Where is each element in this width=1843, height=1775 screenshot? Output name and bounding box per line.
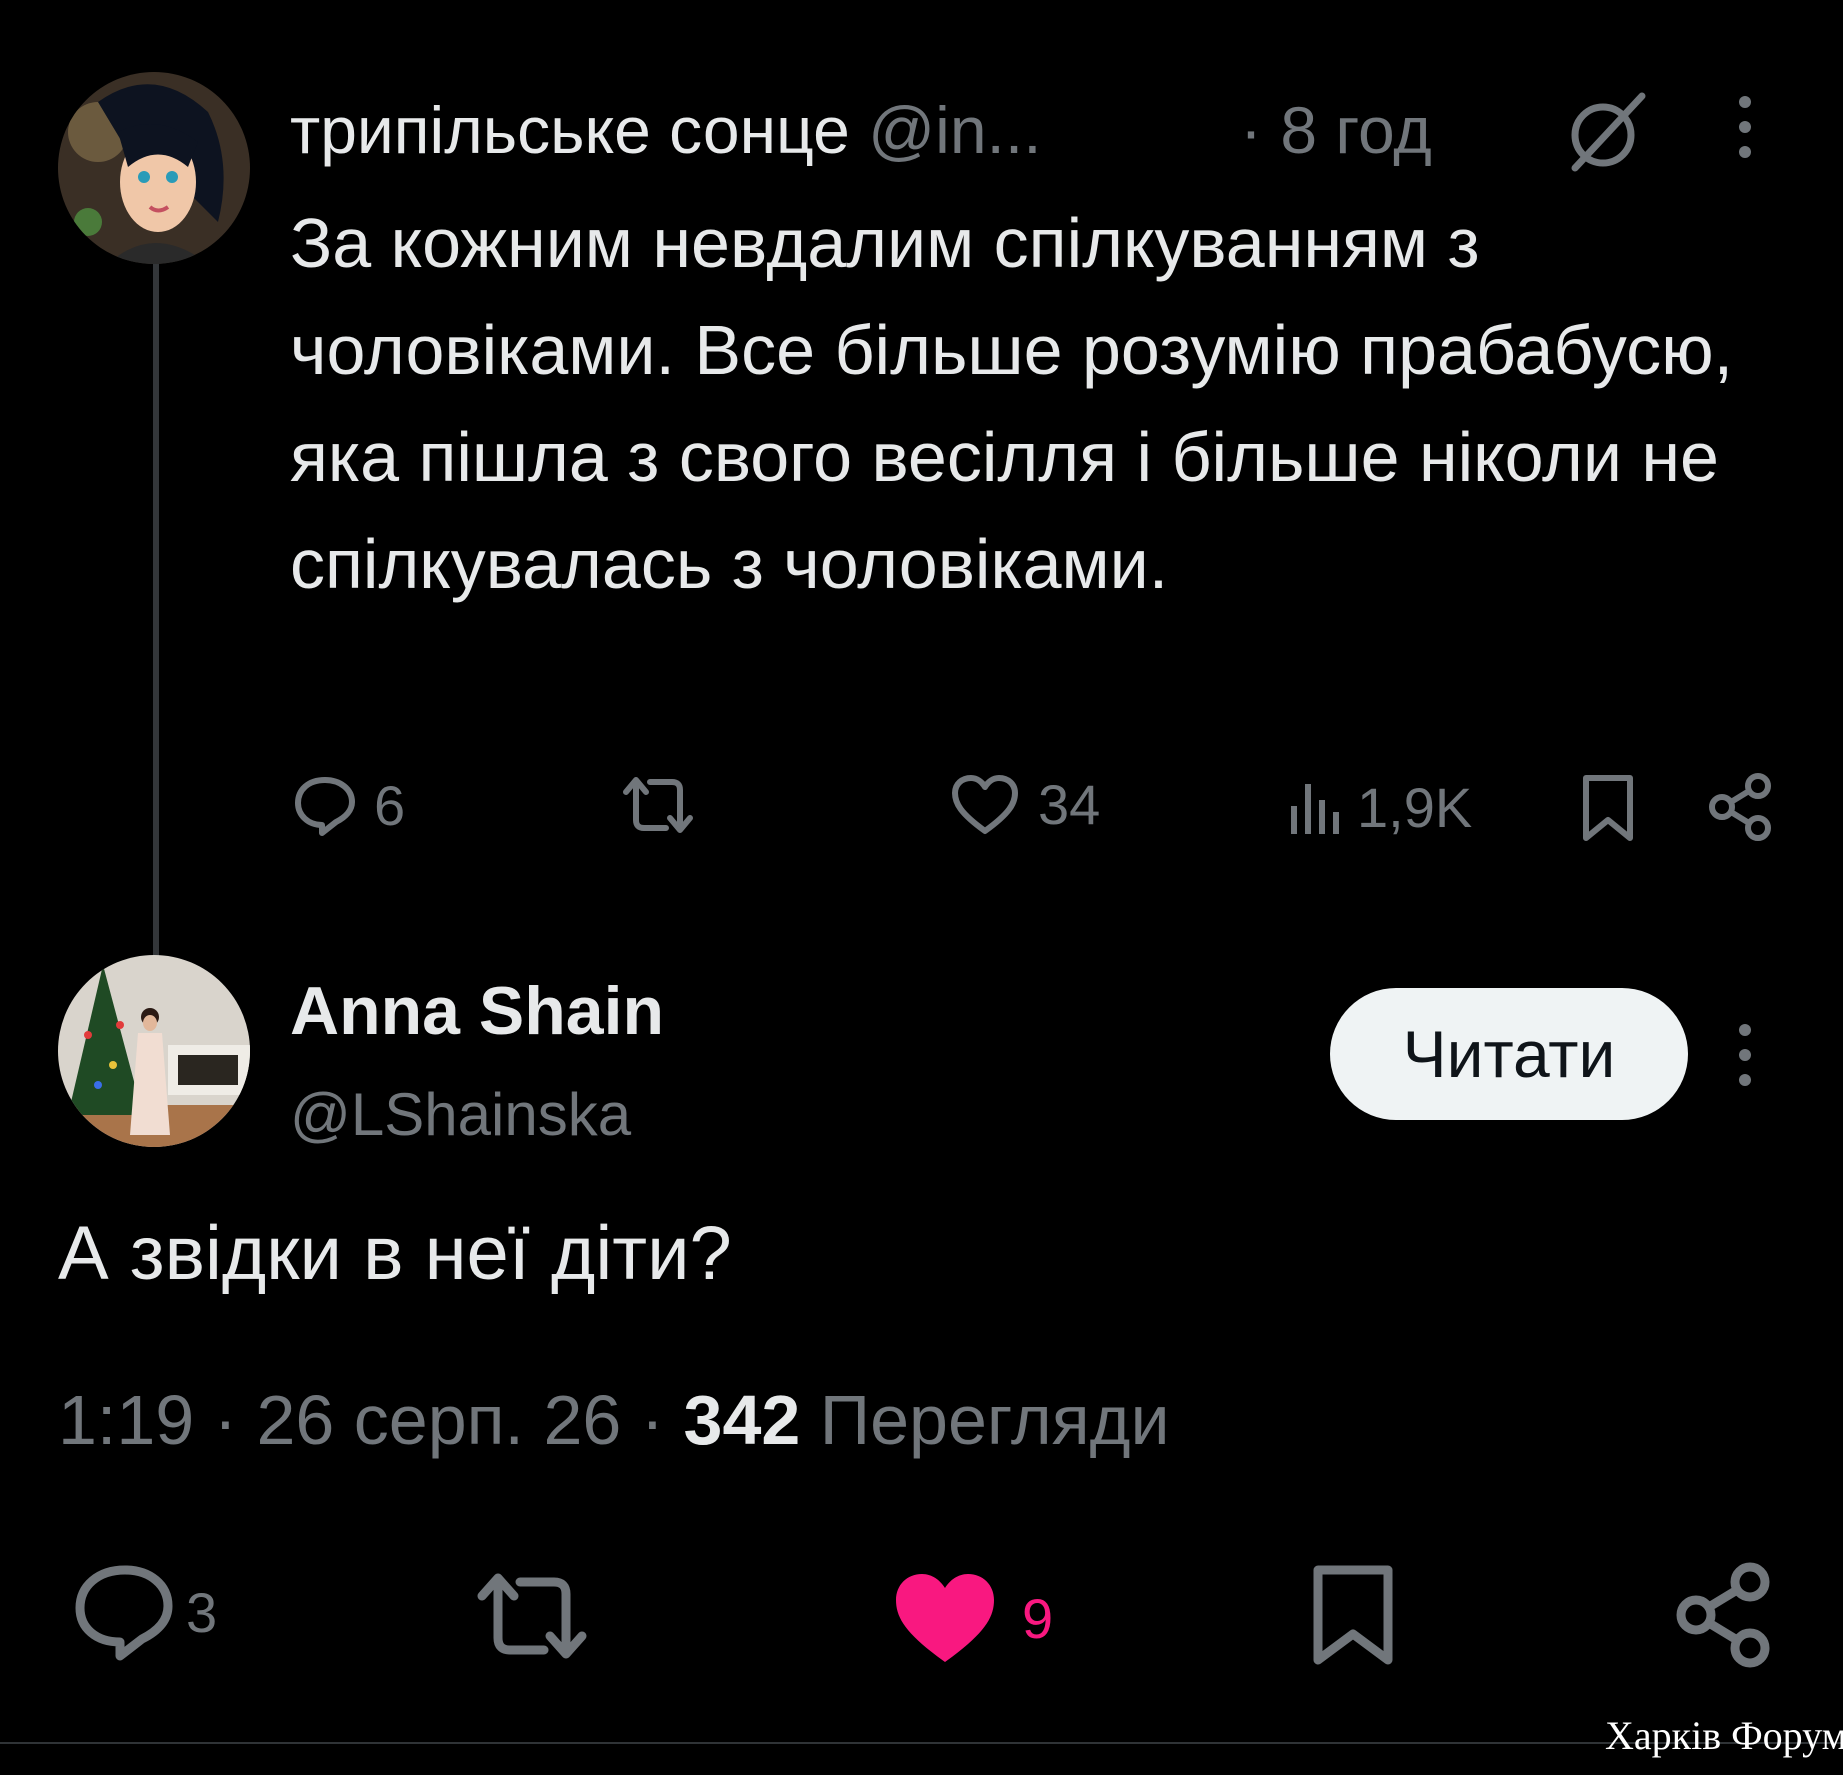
heart-icon (890, 1568, 1000, 1668)
reply-count: 6 (374, 773, 406, 837)
bookmark-icon (1580, 772, 1636, 844)
reply-icon (70, 1560, 180, 1664)
reply-button[interactable]: 6 (290, 770, 405, 840)
reply-icon (290, 770, 360, 840)
share-icon (1708, 772, 1774, 842)
bookmark-button[interactable] (1310, 1562, 1396, 1668)
analytics-icon (1285, 778, 1345, 838)
like-button[interactable]: 9 (890, 1568, 1053, 1668)
grok-icon[interactable] (1560, 88, 1650, 178)
tweet-timestamp: 1:19 · 26 серп. 26 · 342 Перегляди (58, 1381, 1170, 1459)
share-icon (1672, 1560, 1776, 1670)
views-count: 1,9K (1357, 776, 1473, 839)
more-options-icon[interactable] (1730, 1020, 1760, 1090)
repost-icon (618, 772, 698, 838)
divider (0, 1742, 1843, 1744)
share-button[interactable] (1672, 1560, 1776, 1670)
author-line: трипільське сонце @in... (290, 92, 1042, 168)
like-button[interactable]: 34 (950, 772, 1100, 837)
like-count: 9 (1022, 1586, 1054, 1650)
views-count: 342 (683, 1381, 801, 1459)
repost-button[interactable] (472, 1568, 592, 1664)
tweet-date[interactable]: 26 серп. 26 (256, 1381, 621, 1459)
follow-button[interactable]: Читати (1330, 988, 1688, 1120)
tweet-text: А звідки в неї діти? (58, 1211, 732, 1296)
display-name[interactable]: Anna Shain (290, 972, 664, 1050)
views-button[interactable]: 1,9K (1285, 775, 1472, 840)
display-name[interactable]: трипільське сонце (290, 93, 850, 167)
like-count: 34 (1038, 773, 1101, 836)
reply-button[interactable]: 3 (70, 1560, 217, 1664)
repost-icon (472, 1568, 592, 1664)
views-label: Перегляди (819, 1381, 1170, 1459)
more-options-icon[interactable] (1730, 92, 1760, 162)
watermark: Харків Форум (1605, 1713, 1843, 1758)
avatar[interactable] (58, 72, 250, 264)
share-button[interactable] (1708, 772, 1774, 842)
bookmark-icon (1310, 1562, 1396, 1668)
handle[interactable]: @LShainska (290, 1080, 631, 1149)
repost-button[interactable] (618, 772, 698, 838)
thread-line (153, 262, 159, 962)
bookmark-button[interactable] (1580, 772, 1636, 844)
tweet-time[interactable]: · 8 год (1240, 92, 1432, 168)
reply-count: 3 (186, 1580, 218, 1644)
heart-icon (950, 773, 1020, 837)
tweet-text: За кожним невдалим спілкуванням з чолові… (290, 204, 1734, 603)
handle[interactable]: @in... (868, 93, 1041, 167)
avatar[interactable] (58, 955, 250, 1147)
tweet-time[interactable]: 1:19 (58, 1381, 194, 1459)
